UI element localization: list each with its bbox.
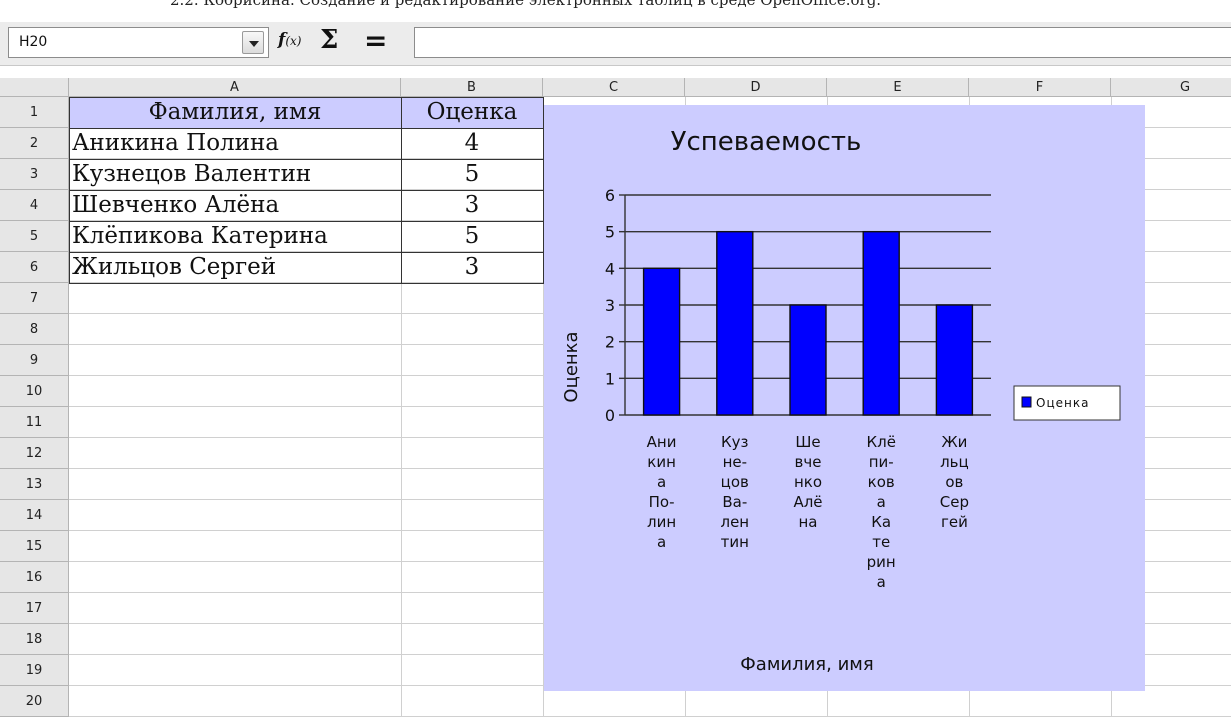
x-tick-label: а [877, 493, 886, 511]
y-tick-label: 3 [605, 296, 615, 315]
x-tick-label: пи- [869, 453, 894, 471]
x-tick-label: те [872, 533, 890, 551]
row-header-7[interactable]: 7 [0, 283, 69, 314]
x-tick-label: рин [867, 553, 896, 571]
x-tick-label: Ка [871, 513, 891, 531]
row-gridline [69, 716, 1231, 717]
table-row-border [69, 128, 543, 129]
y-tick-label: 4 [605, 259, 615, 278]
table-row-border [69, 190, 543, 191]
chart-title: Успеваемость [671, 127, 862, 157]
row-header-20[interactable]: 20 [0, 686, 69, 717]
x-tick-label: Ше [795, 433, 820, 451]
x-tick-label: кин [647, 453, 676, 471]
function-wizard-icon[interactable]: f(x) [278, 30, 301, 50]
y-axis-label: Оценка [561, 331, 582, 402]
bar-2 [716, 230, 754, 416]
column-header-g[interactable]: G [1111, 78, 1231, 97]
bar-4 [862, 230, 900, 416]
column-header-f[interactable]: F [969, 78, 1111, 97]
sum-icon[interactable]: Σ [320, 25, 338, 55]
name-box-value: H20 [19, 34, 48, 50]
x-tick-label: Ва- [722, 493, 747, 511]
table-row-border [69, 221, 543, 222]
select-all-corner[interactable] [0, 78, 69, 97]
x-tick-label: гей [941, 513, 968, 531]
x-tick-label: По- [649, 493, 675, 511]
x-tick-label: а [657, 533, 666, 551]
x-tick-label: а [877, 573, 886, 591]
x-tick-label: Жи [941, 433, 967, 451]
x-tick-label: нко [794, 473, 822, 491]
row-header-8[interactable]: 8 [0, 314, 69, 345]
bar-1 [642, 267, 681, 416]
row-header-4[interactable]: 4 [0, 190, 69, 221]
x-tick-label: Куз [721, 433, 749, 451]
x-tick-label: ов [945, 473, 963, 491]
row-header-6[interactable]: 6 [0, 252, 69, 283]
row-header-9[interactable]: 9 [0, 345, 69, 376]
bar-3 [789, 304, 827, 416]
y-tick-label: 1 [605, 369, 615, 388]
column-header-e[interactable]: E [827, 78, 969, 97]
table-row-border [69, 252, 543, 253]
page-caption: 2.2. Кобрисина. Создание и редактировани… [0, 0, 1231, 22]
y-tick-label: 6 [605, 186, 615, 205]
formula-bar: H20 f(x) Σ = [0, 22, 1231, 66]
legend-swatch [1021, 396, 1032, 408]
x-tick-label: на [799, 513, 818, 531]
x-tick-label: Сер [940, 493, 969, 511]
function-icon[interactable]: = [364, 24, 387, 57]
row-header-5[interactable]: 5 [0, 221, 69, 252]
y-tick-label: 0 [605, 406, 615, 425]
column-header-a[interactable]: A [69, 78, 401, 97]
x-tick-label: Ани [647, 433, 677, 451]
x-tick-label: цов [721, 473, 749, 491]
y-tick-label: 2 [605, 333, 615, 352]
bar-chart[interactable]: Успеваемость 0 1 2 3 4 5 6 Ани кин а По-лин а Куз не-ц… [544, 105, 1145, 691]
x-tick-label: Алё [793, 493, 822, 511]
bar-5 [935, 304, 974, 416]
row-header-15[interactable]: 15 [0, 531, 69, 562]
y-tick-label: 5 [605, 223, 615, 242]
x-tick-label: льц [940, 453, 969, 471]
column-header-d[interactable]: D [685, 78, 827, 97]
column-header-b[interactable]: B [401, 78, 543, 97]
row-header-16[interactable]: 16 [0, 562, 69, 593]
x-tick-label: вче [795, 453, 822, 471]
x-axis-label: Фамилия, имя [740, 654, 873, 675]
caption-text: 2.2. Кобрисина. Создание и редактировани… [170, 0, 882, 9]
x-tick-label: лин [647, 513, 676, 531]
x-tick-label: а [657, 473, 666, 491]
name-box[interactable]: H20 [8, 27, 269, 58]
row-header-12[interactable]: 12 [0, 438, 69, 469]
row-header-3[interactable]: 3 [0, 159, 69, 190]
table-row-border [69, 159, 543, 160]
row-header-14[interactable]: 14 [0, 500, 69, 531]
table-col-border [401, 97, 402, 283]
x-tick-label: лен [720, 513, 749, 531]
row-header-18[interactable]: 18 [0, 624, 69, 655]
legend-label: Оценка [1036, 396, 1089, 410]
row-header-2[interactable]: 2 [0, 128, 69, 159]
row-header-10[interactable]: 10 [0, 376, 69, 407]
x-tick-label: Клё [866, 433, 895, 451]
fx-sub-label: (x) [285, 34, 302, 48]
row-header-1[interactable]: 1 [0, 97, 69, 128]
row-header-19[interactable]: 19 [0, 655, 69, 686]
x-tick-label: ков [868, 473, 895, 491]
column-header-c[interactable]: C [543, 78, 685, 97]
x-tick-label: тин [721, 533, 749, 551]
x-tick-label: не- [723, 453, 747, 471]
chevron-down-icon[interactable] [242, 31, 264, 54]
row-header-13[interactable]: 13 [0, 469, 69, 500]
row-header-11[interactable]: 11 [0, 407, 69, 438]
row-header-17[interactable]: 17 [0, 593, 69, 624]
formula-input[interactable] [414, 27, 1231, 58]
